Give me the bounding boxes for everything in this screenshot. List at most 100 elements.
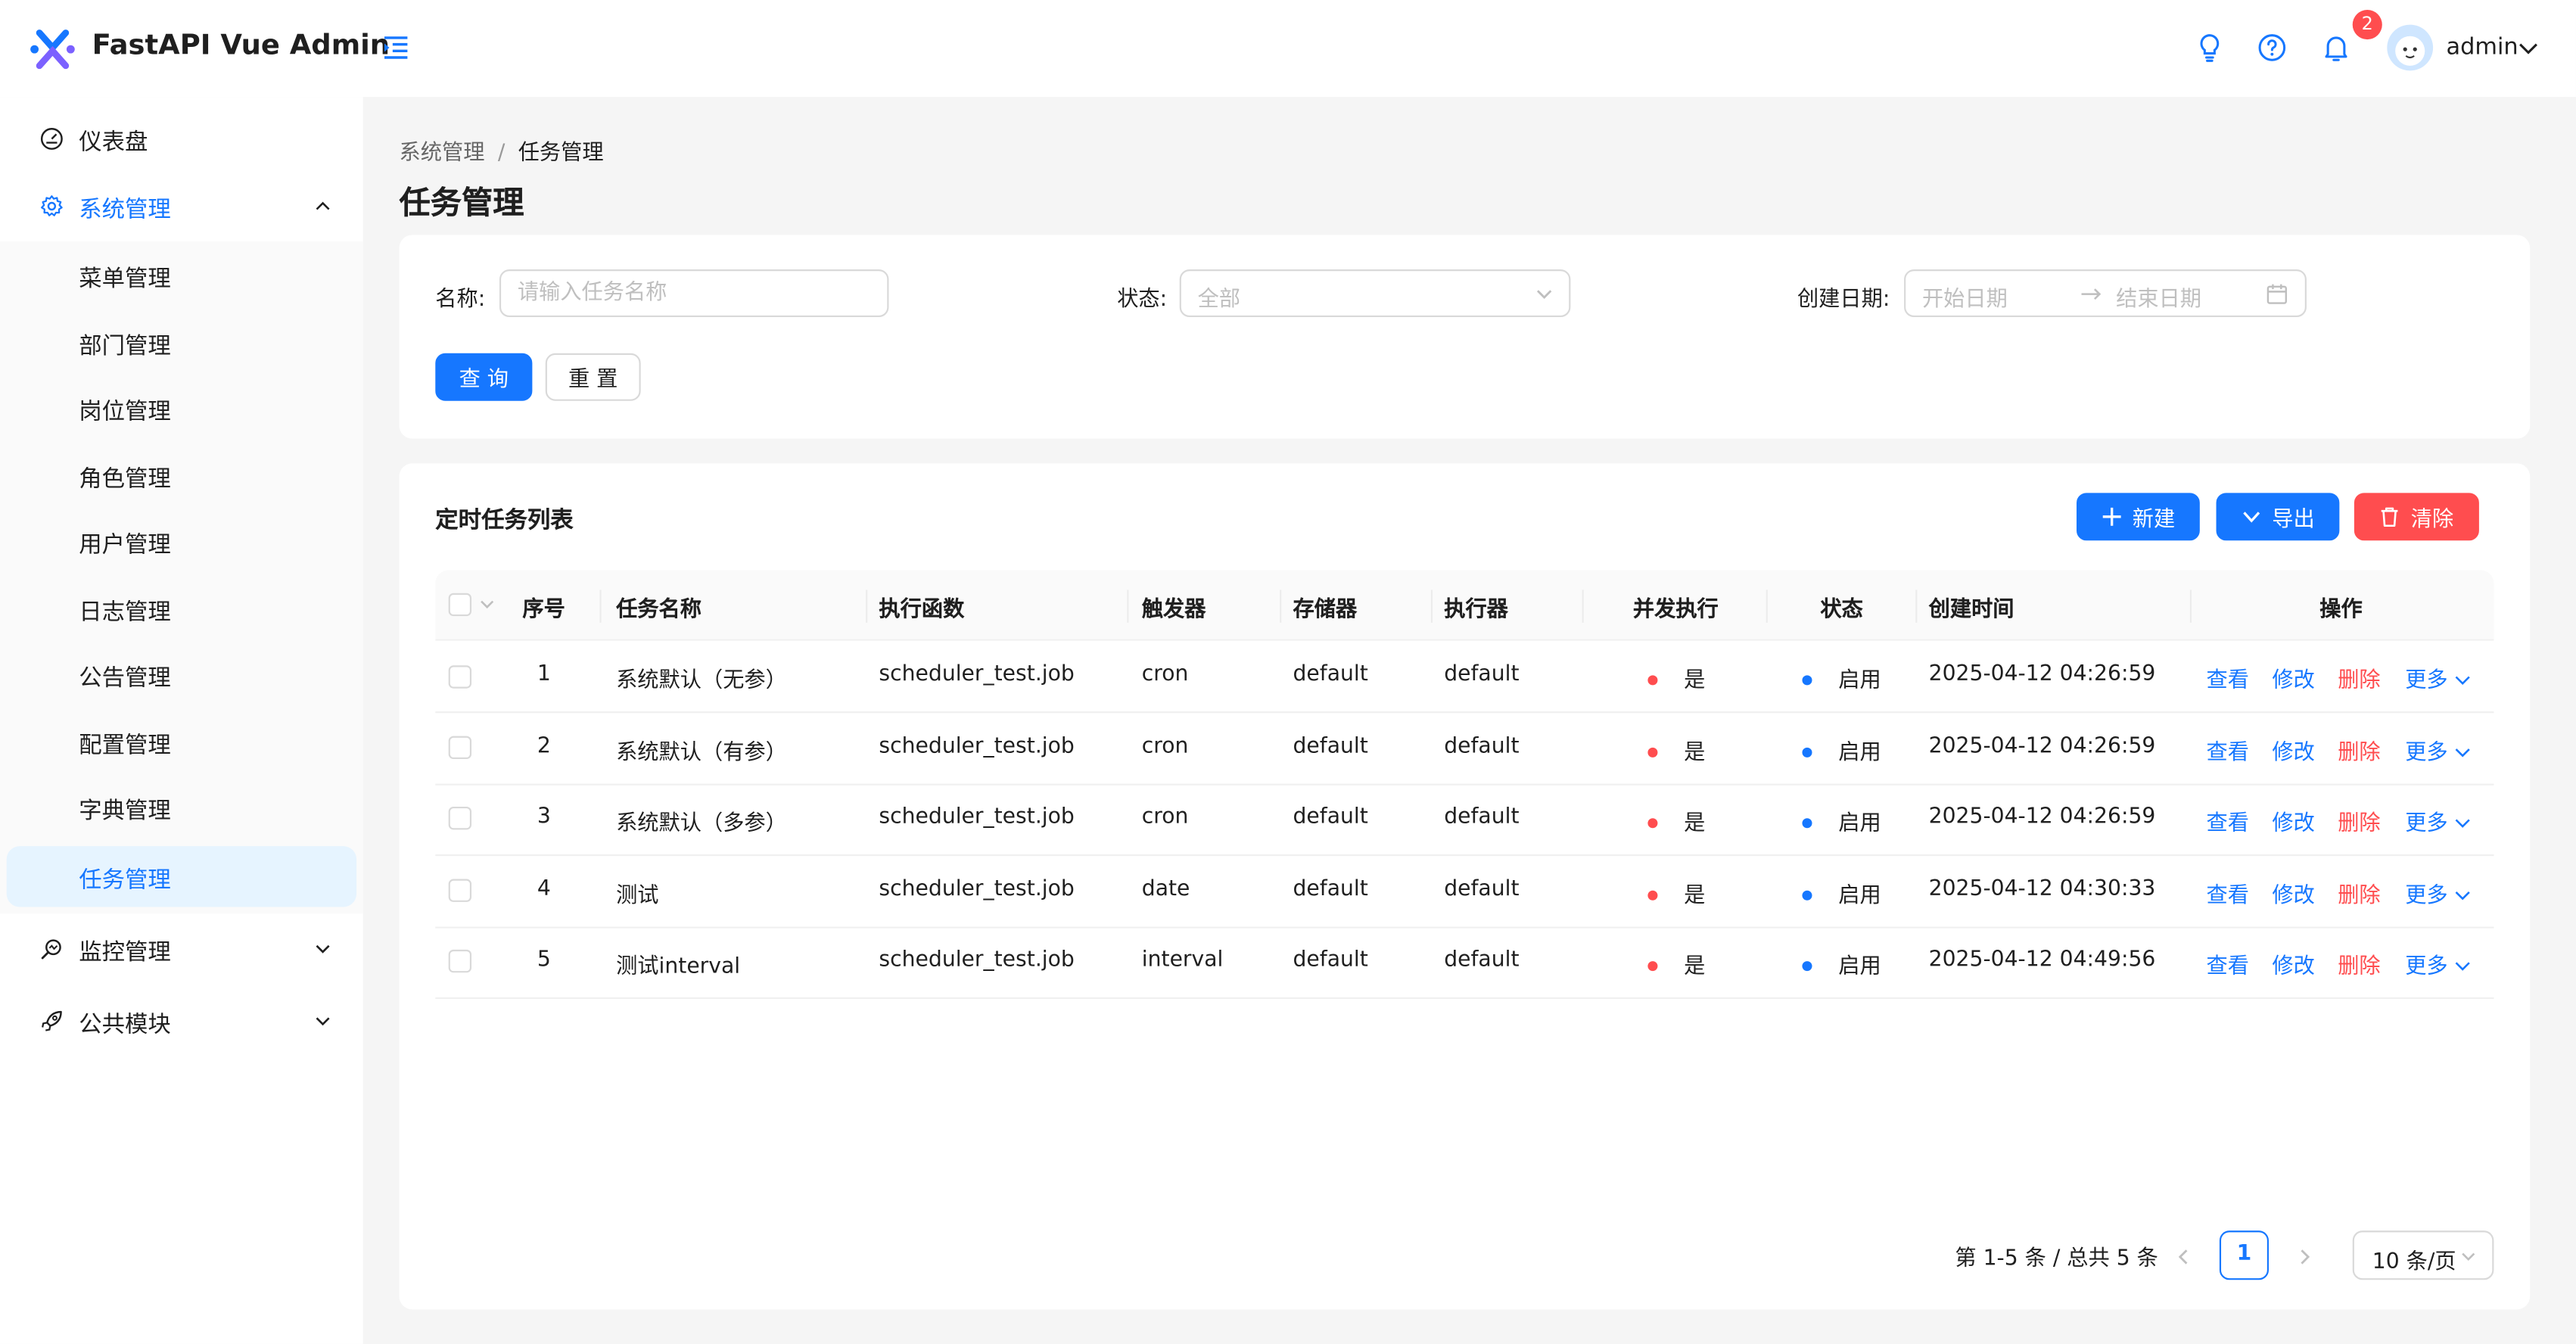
column-divider <box>1915 590 1918 623</box>
clear-button-label: 清除 <box>2410 507 2454 533</box>
avatar[interactable] <box>2387 24 2434 71</box>
chevron-down-icon[interactable] <box>478 595 496 613</box>
cell-trigger: date <box>1141 877 1190 902</box>
column-divider <box>2189 590 2192 623</box>
query-button[interactable]: 查 询 <box>435 353 533 401</box>
status-select[interactable]: 全部 <box>1179 269 1571 318</box>
chevron-down-icon <box>2243 512 2260 523</box>
next-page-icon[interactable] <box>2294 1246 2316 1268</box>
sidebar-item-monitor[interactable]: 监控管理 <box>7 919 356 979</box>
breadcrumb: 系统管理 / 任务管理 <box>400 135 604 166</box>
status-dot <box>1802 817 1812 828</box>
date-range-picker[interactable]: 开始日期 结束日期 <box>1904 269 2307 318</box>
delete-link[interactable]: 删除 <box>2338 948 2380 979</box>
sidebar-item-public[interactable]: 公共模块 <box>7 991 356 1051</box>
end-date-input[interactable]: 结束日期 <box>2116 281 2201 313</box>
sidebar-item-menu[interactable]: 菜单管理 <box>7 244 356 305</box>
delete-link[interactable]: 删除 <box>2338 805 2380 837</box>
export-button-label: 导出 <box>2272 507 2315 533</box>
sidebar-item-position[interactable]: 岗位管理 <box>7 378 356 438</box>
bell-icon[interactable] <box>2319 31 2352 64</box>
delete-link[interactable]: 删除 <box>2338 877 2380 909</box>
cell-store: default <box>1293 947 1368 973</box>
edit-link[interactable]: 修改 <box>2272 948 2314 979</box>
delete-link[interactable]: 删除 <box>2338 662 2380 694</box>
sidebar-item-log[interactable]: 日志管理 <box>7 578 356 639</box>
cell-created: 2025-04-12 04:26:59 <box>1928 804 2156 830</box>
cell-created: 2025-04-12 04:49:56 <box>1928 947 2156 973</box>
page-size-select[interactable]: 10 条/页 <box>2352 1230 2494 1280</box>
edit-link[interactable]: 修改 <box>2272 805 2314 837</box>
edit-link[interactable]: 修改 <box>2272 734 2314 766</box>
sidebar-item-label: 菜单管理 <box>79 266 171 293</box>
row-checkbox[interactable] <box>448 949 472 973</box>
cell-trigger: cron <box>1141 734 1189 760</box>
more-dropdown[interactable]: 更多 <box>2405 877 2472 909</box>
more-dropdown[interactable]: 更多 <box>2405 734 2472 766</box>
sidebar-item-dict[interactable]: 字典管理 <box>7 777 356 838</box>
sidebar-item-dashboard[interactable]: 仪表盘 <box>7 108 356 169</box>
status-text: 启用 <box>1838 811 1881 837</box>
calendar-icon <box>2266 284 2288 304</box>
help-icon[interactable] <box>2256 31 2288 64</box>
sidebar-item-role[interactable]: 角色管理 <box>7 445 356 506</box>
view-link[interactable]: 查看 <box>2207 662 2249 694</box>
sidebar-item-task[interactable]: 任务管理 <box>6 846 357 907</box>
chevron-down-icon[interactable] <box>2515 35 2542 61</box>
more-dropdown[interactable]: 更多 <box>2405 662 2472 693</box>
avatar-face-icon <box>2395 36 2425 66</box>
reset-button[interactable]: 重 置 <box>545 353 641 401</box>
column-divider <box>1127 590 1129 623</box>
cell-trigger: interval <box>1141 947 1224 973</box>
menu-collapse-icon[interactable] <box>379 31 412 64</box>
sidebar-item-system[interactable]: 系统管理 <box>7 176 356 236</box>
view-link[interactable]: 查看 <box>2207 734 2249 766</box>
bulb-icon[interactable] <box>2193 31 2226 64</box>
delete-link[interactable]: 删除 <box>2338 734 2380 766</box>
concurrent-text: 是 <box>1684 884 1706 909</box>
view-link[interactable]: 查看 <box>2207 948 2249 979</box>
more-label: 更多 <box>2405 811 2448 837</box>
status-select-value: 全部 <box>1197 287 1241 313</box>
row-checkbox[interactable] <box>448 736 472 760</box>
sidebar-item-user[interactable]: 用户管理 <box>7 511 356 571</box>
cell-trigger: cron <box>1141 804 1189 830</box>
sidebar-item-department[interactable]: 部门管理 <box>7 313 356 373</box>
more-dropdown[interactable]: 更多 <box>2405 948 2472 979</box>
prev-page-icon[interactable] <box>2172 1246 2195 1268</box>
select-all-checkbox[interactable] <box>448 593 472 617</box>
row-checkbox[interactable] <box>448 807 472 830</box>
cell-func: scheduler_test.job <box>879 804 1075 830</box>
cell-concurrent: 是 <box>1647 877 1706 909</box>
more-dropdown[interactable]: 更多 <box>2405 805 2472 836</box>
clear-button[interactable]: 清除 <box>2354 493 2479 541</box>
table-row: 4 测试 scheduler_test.job date default def… <box>435 856 2494 929</box>
view-link[interactable]: 查看 <box>2207 877 2249 909</box>
status-text: 启用 <box>1838 954 1881 979</box>
cell-executor: default <box>1444 947 1520 973</box>
row-checkbox[interactable] <box>448 665 472 689</box>
cell-store: default <box>1293 661 1368 687</box>
task-name-input[interactable] <box>499 269 889 318</box>
sidebar-item-config[interactable]: 配置管理 <box>7 711 356 772</box>
name-label: 名称: <box>435 287 486 313</box>
user-name[interactable]: admin <box>2446 35 2518 61</box>
edit-link[interactable]: 修改 <box>2272 662 2314 694</box>
notification-badge: 2 <box>2352 10 2382 40</box>
pagination-total: 第 1-5 条 / 总共 5 条 <box>1955 1246 2158 1272</box>
export-button[interactable]: 导出 <box>2216 493 2340 541</box>
row-checkbox[interactable] <box>448 879 472 902</box>
start-date-input[interactable]: 开始日期 <box>1922 281 2008 313</box>
rocket-icon <box>42 1010 62 1031</box>
breadcrumb-parent[interactable]: 系统管理 <box>400 142 485 166</box>
new-button-label: 新建 <box>2132 507 2176 533</box>
new-button[interactable]: 新建 <box>2077 493 2200 541</box>
cell-store: default <box>1293 804 1368 830</box>
sidebar-item-notice[interactable]: 公告管理 <box>7 644 356 705</box>
view-link[interactable]: 查看 <box>2207 805 2249 837</box>
monitor-icon <box>41 939 61 960</box>
edit-link[interactable]: 修改 <box>2272 877 2314 909</box>
cell-func: scheduler_test.job <box>879 734 1075 760</box>
sidebar-item-label: 监控管理 <box>79 939 171 966</box>
page-1-button[interactable]: 1 <box>2219 1230 2270 1280</box>
